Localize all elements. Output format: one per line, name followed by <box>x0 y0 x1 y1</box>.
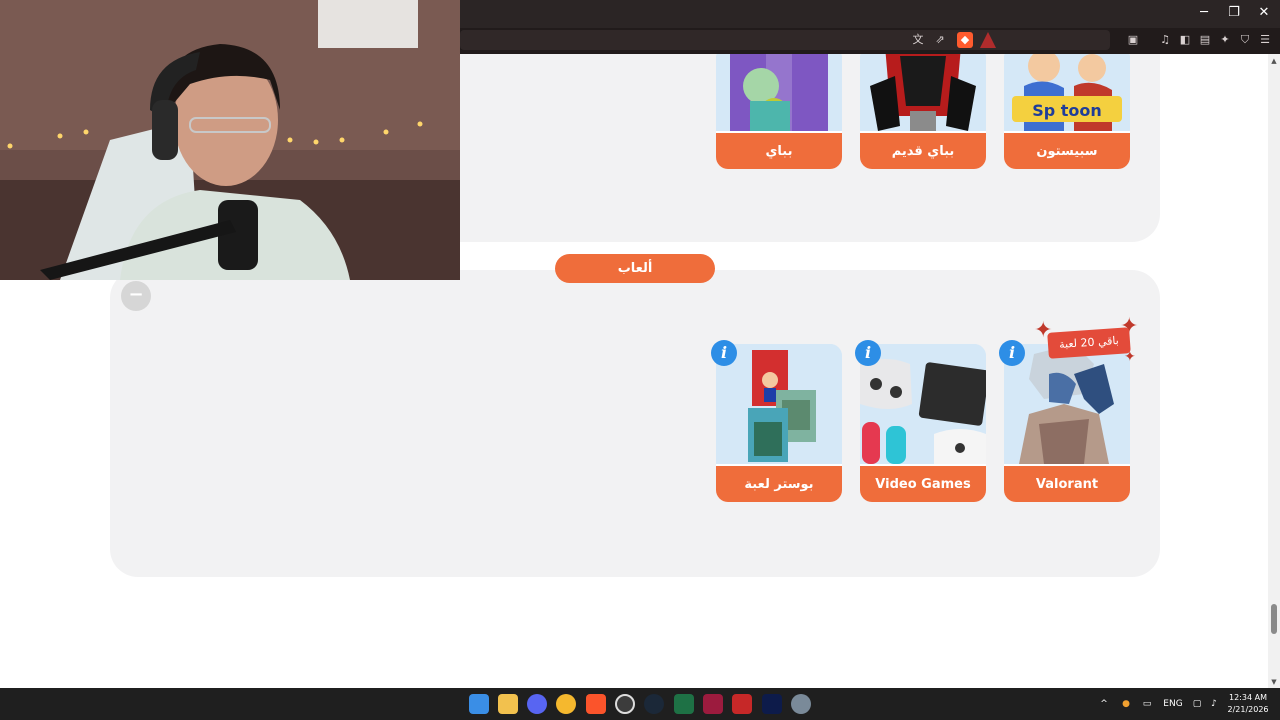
spacetoon-art: Sp toon <box>1004 54 1130 131</box>
info-icon[interactable]: i <box>855 340 881 366</box>
game-card-video-games[interactable]: Video Games <box>860 344 986 502</box>
sidebar-icon[interactable]: ◧ <box>1177 32 1193 48</box>
cartoon-card-popeye[interactable]: بباي <box>716 54 842 169</box>
leo-ai-icon[interactable]: ✦ <box>1217 32 1233 48</box>
game-card-game-poster[interactable]: بوستر لعبة <box>716 344 842 502</box>
card-label: بباي قديم <box>860 131 986 169</box>
card-label: Valorant <box>1004 464 1130 502</box>
translate-icon[interactable]: 文 <box>910 32 926 48</box>
brave-icon[interactable] <box>586 694 606 714</box>
maximize-button[interactable]: ❐ <box>1222 4 1246 22</box>
volume-icon[interactable]: ♪ <box>1207 697 1221 711</box>
discord-canary-icon[interactable] <box>556 694 576 714</box>
tab-search-icon[interactable]: ▣ <box>1125 32 1141 48</box>
info-icon[interactable]: i <box>711 340 737 366</box>
games-category-title[interactable]: ألعاب <box>555 254 715 283</box>
controllers-keyboard-art <box>860 344 986 464</box>
share-icon[interactable]: ⇗ <box>932 32 948 48</box>
scrollbar-thumb[interactable] <box>1271 604 1277 634</box>
vpn-icon[interactable]: ⛉ <box>1237 32 1253 48</box>
close-button[interactable]: ✕ <box>1252 4 1276 22</box>
minimize-button[interactable]: ─ <box>1192 4 1216 22</box>
game-posters-art <box>716 344 842 464</box>
obs-icon[interactable] <box>615 694 635 714</box>
arabic-app-icon[interactable] <box>703 694 723 714</box>
cartoon-card-old-popeye[interactable]: بباي قديم <box>860 54 986 169</box>
game-card-valorant[interactable]: Valorant <box>1004 344 1130 502</box>
media-icon[interactable]: ♫ <box>1157 32 1173 48</box>
windows-taskbar <box>0 688 1280 720</box>
clock-date: 2/21/2026 <box>1227 705 1269 714</box>
keyboard-icon[interactable]: ▭ <box>1140 697 1154 711</box>
games-panel <box>110 270 1160 577</box>
cartoon-card-spacetoon[interactable]: Sp toon سبيستون <box>1004 54 1130 169</box>
network-icon[interactable]: ▢ <box>1190 697 1204 711</box>
card-label: بباي <box>716 131 842 169</box>
brave-shield-icon[interactable]: ◆ <box>957 32 973 48</box>
red-app-icon[interactable] <box>732 694 752 714</box>
collapse-button[interactable]: − <box>121 281 151 311</box>
card-label: بوستر لعبة <box>716 464 842 502</box>
clock-time: 12:34 AM <box>1229 693 1267 702</box>
valorant-agent-art <box>1004 344 1130 464</box>
start-icon[interactable] <box>469 694 489 714</box>
card-label: سبيستون <box>1004 131 1130 169</box>
dark-app-icon[interactable] <box>762 694 782 714</box>
scroll-up-icon[interactable]: ▲ <box>1270 57 1278 65</box>
wallet-icon[interactable]: ▤ <box>1197 32 1213 48</box>
webcam-overlay <box>0 0 460 280</box>
popeye-art <box>716 54 842 131</box>
discord-icon[interactable] <box>527 694 547 714</box>
taskbar-clock[interactable]: 12:34 AM 2/21/2026 <box>1225 692 1271 716</box>
card-label: Video Games <box>860 464 986 502</box>
settings-icon[interactable] <box>791 694 811 714</box>
info-icon[interactable]: i <box>999 340 1025 366</box>
old-popeye-art <box>860 54 986 131</box>
excel-icon[interactable] <box>674 694 694 714</box>
steam-icon[interactable] <box>644 694 664 714</box>
address-bar[interactable] <box>460 30 1110 50</box>
file-explorer-icon[interactable] <box>498 694 518 714</box>
language-indicator[interactable]: ENG <box>1160 697 1186 711</box>
menu-icon[interactable]: ☰ <box>1257 32 1273 48</box>
svg-text:Sp toon: Sp toon <box>1032 101 1102 120</box>
page-scrollbar[interactable] <box>1268 54 1280 688</box>
microphone-icon[interactable]: ● <box>1120 697 1132 711</box>
tray-overflow-icon[interactable]: ^ <box>1098 697 1110 711</box>
scroll-down-icon[interactable]: ▼ <box>1270 678 1278 686</box>
